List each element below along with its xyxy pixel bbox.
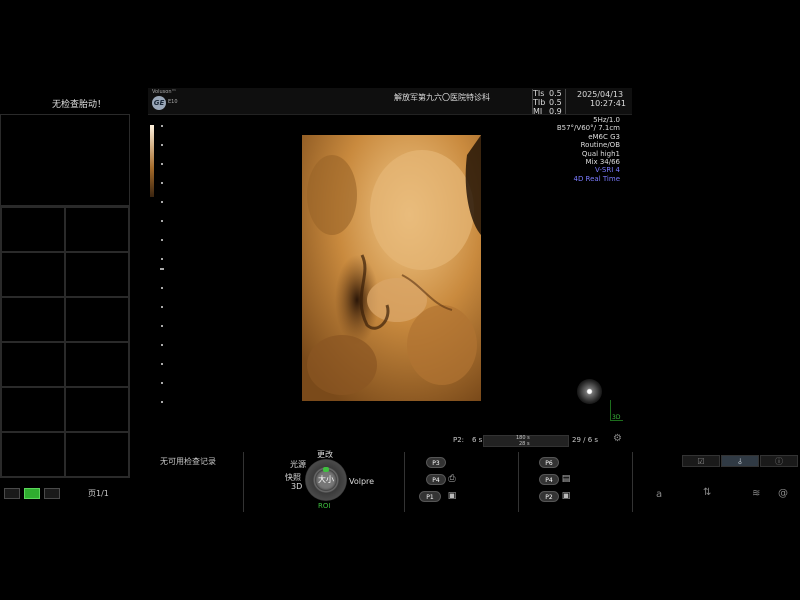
exam-time: 10:27:41 — [590, 99, 626, 108]
thumbnail-cell[interactable] — [1, 387, 65, 432]
layout-2x2-button[interactable] — [24, 488, 40, 499]
gear-icon[interactable]: ⚙ — [613, 433, 622, 444]
scan-time-value: 6 s — [472, 436, 483, 444]
tis-label: TIs — [533, 89, 545, 98]
param-line: V-SRI 4 — [595, 166, 620, 175]
mi-value: 0.9 — [549, 107, 562, 116]
ge-logo-icon: GE — [152, 96, 166, 110]
mi-label: MI — [533, 107, 543, 116]
hospital-name: 解放军第九六〇医院特诊科 — [394, 93, 490, 102]
param-line: Mix 34/66 — [585, 158, 620, 167]
brand-name: Voluson™ — [152, 89, 177, 95]
email-icon[interactable]: @ — [778, 488, 788, 499]
divider — [404, 452, 405, 512]
param-line: B57°/V60°/ 7.1cm — [556, 124, 620, 133]
header-divider — [565, 89, 566, 114]
document-icon[interactable]: ▤ — [561, 474, 571, 484]
param-line: Routine/OB — [580, 141, 620, 150]
orientation-ball-icon[interactable] — [577, 379, 602, 404]
checkbox-icon: ☑ — [697, 457, 705, 466]
page-indicator: 页1/1 — [88, 489, 109, 498]
preset-button[interactable]: P1 — [419, 491, 441, 502]
axis-3d-label: 3D — [612, 414, 621, 421]
thumbnail-cell[interactable] — [1, 297, 65, 342]
thumbnail-cell[interactable] — [65, 387, 129, 432]
thumbnail-cell[interactable] — [1, 252, 65, 297]
preset-button[interactable]: P3 — [426, 457, 446, 468]
model-name: E10 — [168, 99, 178, 105]
cine-frame-counter: 29 / 6 s — [572, 436, 599, 444]
divider — [518, 452, 519, 512]
depth-scale — [160, 125, 164, 403]
thumbnail-cell[interactable] — [65, 342, 129, 387]
thumbnail-grid — [0, 206, 130, 478]
save-icon[interactable]: ▣ — [447, 491, 457, 501]
knob-indicator-icon — [323, 467, 329, 472]
ultrasound-3d-render[interactable] — [302, 135, 481, 401]
thumbnail-cell[interactable] — [65, 432, 129, 477]
knob-label-3d[interactable]: 3D — [291, 482, 302, 491]
cine-current-time: 28 s — [519, 441, 530, 447]
param-line: 5Hz/1.0 — [593, 116, 620, 124]
annotation-letter[interactable]: a — [656, 489, 662, 500]
thumbnail-cell[interactable] — [1, 432, 65, 477]
tab-chart[interactable]: ⫰ — [721, 455, 759, 467]
param-line: eM6C G3 — [588, 132, 620, 141]
thumbnail-cell[interactable] — [65, 297, 129, 342]
tib-label: TIb — [533, 98, 546, 107]
info-icon: ⓘ — [775, 457, 783, 466]
knob-center-label: 大小 — [318, 475, 334, 484]
save-icon[interactable]: ▣ — [561, 491, 571, 501]
tab-worksheet[interactable]: ☑ — [682, 455, 720, 467]
roi-label[interactable]: ROI — [318, 502, 330, 510]
printer-icon[interactable]: ⎙ — [447, 474, 457, 484]
preset-button[interactable]: P4 — [426, 474, 446, 485]
preset-button[interactable]: P2 — [539, 491, 559, 502]
layout-3x3-button[interactable] — [44, 488, 60, 499]
thumbnail-cell[interactable] — [1, 342, 65, 387]
chart-icon: ⫰ — [738, 457, 742, 466]
tis-value: 0.5 — [549, 89, 562, 98]
transfer-icon[interactable]: ⇅ — [703, 487, 711, 498]
probe-status-message: 无检查胎动！ — [52, 100, 107, 110]
thumbnail-preview-area — [0, 114, 130, 206]
param-line: 4D Real Time — [573, 174, 620, 183]
scan-preset-label: P2: — [453, 436, 465, 444]
preset-button[interactable]: P4 — [539, 474, 559, 485]
preset-button[interactable]: P6 — [539, 457, 559, 468]
exam-records-status: 无可用检查记录 — [160, 457, 216, 466]
divider — [243, 452, 244, 512]
exam-date: 2025/04/13 — [577, 90, 624, 99]
color-map-bar — [150, 125, 154, 197]
knob-label-light[interactable]: 光源 — [290, 459, 306, 470]
imaging-parameters: 5Hz/1.0 B57°/V60°/ 7.1cm eM6C G3 Routine… — [540, 116, 620, 183]
thumbnail-cell[interactable] — [65, 207, 129, 252]
tib-value: 0.5 — [549, 98, 562, 107]
knob-size-button[interactable]: 大小 — [315, 467, 337, 491]
tab-info[interactable]: ⓘ — [760, 455, 798, 467]
param-line: Qual high1 — [581, 149, 620, 158]
thumbnail-cell[interactable] — [65, 252, 129, 297]
divider — [632, 452, 633, 512]
connection-icon[interactable]: ≋ — [752, 488, 760, 499]
thumbnail-cell[interactable] — [1, 207, 65, 252]
knob-label-volpre[interactable]: Volpre — [349, 477, 374, 486]
layout-1x2-button[interactable] — [4, 488, 20, 499]
